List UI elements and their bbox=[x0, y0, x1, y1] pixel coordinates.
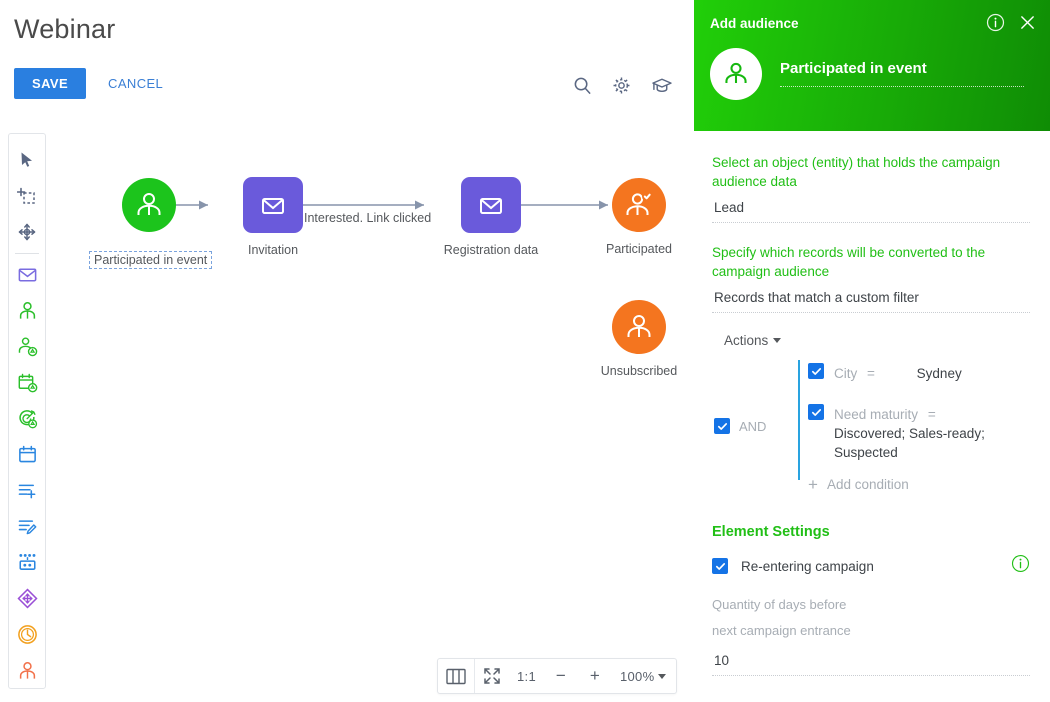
node-label[interactable]: Participated in event bbox=[89, 251, 213, 269]
filter-logic-group: AND bbox=[714, 356, 766, 496]
exit-element-tool[interactable] bbox=[10, 652, 44, 688]
filter-group-line bbox=[798, 360, 800, 480]
scheduled-event-element-tool[interactable] bbox=[10, 365, 44, 401]
graduation-cap-icon[interactable] bbox=[651, 76, 672, 100]
reentering-campaign-label: Re-entering campaign bbox=[741, 558, 874, 574]
condition-checkbox[interactable] bbox=[808, 404, 824, 420]
campaign-canvas[interactable]: Participated in event Invitation Interes… bbox=[56, 133, 694, 694]
audience-icon bbox=[725, 62, 747, 83]
email-icon bbox=[243, 177, 303, 233]
chevron-down-icon[interactable] bbox=[658, 659, 676, 693]
filter-condition-row[interactable]: City = Sydney bbox=[808, 356, 1030, 390]
days-hint-line-2: next campaign entrance bbox=[712, 623, 851, 638]
node-label: Registration data bbox=[443, 243, 539, 257]
calendar-element-tool[interactable] bbox=[10, 437, 44, 473]
add-condition-label: Add condition bbox=[826, 477, 909, 492]
reentering-campaign-checkbox[interactable] bbox=[712, 558, 728, 574]
gear-icon[interactable] bbox=[612, 76, 631, 100]
and-checkbox[interactable] bbox=[714, 418, 730, 434]
condition-operator: = bbox=[927, 407, 936, 422]
condition-field: Need maturity bbox=[834, 407, 919, 422]
save-button[interactable]: SAVE bbox=[14, 68, 87, 99]
days-value-field[interactable]: 10 bbox=[712, 644, 1030, 676]
audience-icon bbox=[122, 178, 176, 232]
node-label: Participated bbox=[605, 242, 672, 256]
plus-icon: + bbox=[808, 474, 818, 494]
audience-icon bbox=[612, 300, 666, 354]
node-unsubscribed[interactable]: Unsubscribed bbox=[584, 300, 694, 378]
action-button-row: SAVE CANCEL bbox=[14, 68, 163, 99]
records-field-label: Specify which records will be converted … bbox=[712, 245, 986, 279]
tool-divider bbox=[15, 252, 39, 254]
condition-text: City = Sydney bbox=[834, 363, 962, 383]
search-icon[interactable] bbox=[573, 76, 592, 100]
cancel-button[interactable]: CANCEL bbox=[108, 76, 163, 91]
edit-record-element-tool[interactable] bbox=[10, 508, 44, 544]
email-element-tool[interactable] bbox=[10, 257, 44, 293]
page-title: Webinar bbox=[14, 14, 116, 44]
goal-element-tool[interactable] bbox=[10, 401, 44, 437]
filter-actions-button[interactable]: Actions bbox=[724, 333, 1030, 348]
audience-element-tool[interactable] bbox=[10, 293, 44, 329]
panel-header-actions bbox=[986, 13, 1036, 37]
element-name-field[interactable]: Participated in event bbox=[780, 60, 1024, 87]
audience-check-icon bbox=[612, 178, 666, 232]
filter-builder: AND City = Sydney Need maturity = Discov… bbox=[714, 356, 1030, 496]
filter-condition-row[interactable]: Need maturity = Discovered; Sales-ready;… bbox=[808, 390, 1030, 469]
edge-label-interested: Interested. Link clicked bbox=[304, 211, 432, 225]
zoom-in-button[interactable]: + bbox=[578, 659, 612, 693]
condition-field: City bbox=[834, 366, 858, 381]
condition-value: Sydney bbox=[916, 366, 962, 381]
add-record-element-tool[interactable] bbox=[10, 472, 44, 508]
node-participated-in-event[interactable]: Participated in event bbox=[89, 178, 213, 269]
avatar bbox=[710, 48, 762, 100]
pointer-tool[interactable] bbox=[10, 142, 44, 178]
panel-header: Add audience Participated in event bbox=[694, 0, 1050, 131]
node-label: Unsubscribed bbox=[600, 364, 678, 378]
entity-field-value[interactable]: Lead bbox=[712, 191, 1030, 223]
panel-header-title: Add audience bbox=[710, 16, 799, 31]
node-label: Invitation bbox=[247, 243, 299, 257]
records-field-value[interactable]: Records that match a custom filter bbox=[712, 281, 1030, 313]
reentering-campaign-row: Re-entering campaign bbox=[712, 554, 1030, 578]
app-root: Webinar SAVE CANCEL Participated in even… bbox=[0, 0, 1050, 702]
close-icon[interactable] bbox=[1019, 14, 1036, 36]
pan-move-tool[interactable] bbox=[10, 214, 44, 250]
filter-actions-label: Actions bbox=[724, 333, 769, 348]
condition-text: Need maturity = Discovered; Sales-ready;… bbox=[834, 404, 1030, 462]
columns-icon[interactable] bbox=[438, 659, 474, 693]
info-icon[interactable] bbox=[1011, 554, 1030, 578]
logic-operator-label: AND bbox=[739, 418, 767, 434]
condition-operator: = bbox=[867, 366, 875, 381]
zoom-out-button[interactable]: − bbox=[544, 659, 578, 693]
zoom-toolbar: 1:1 − + 100% bbox=[437, 658, 678, 694]
days-hint-line-1: Quantity of days before bbox=[712, 597, 847, 612]
entity-field-group: Select an object (entity) that holds the… bbox=[712, 153, 1030, 223]
element-settings-title: Element Settings bbox=[712, 524, 830, 540]
email-icon bbox=[461, 177, 521, 233]
panel-body: Select an object (entity) that holds the… bbox=[694, 131, 1050, 676]
zoom-controls: 1:1 − + 100% bbox=[475, 659, 676, 693]
add-audience-panel: Add audience Participated in event Selec… bbox=[694, 0, 1050, 702]
process-element-tool[interactable] bbox=[10, 544, 44, 580]
zoom-level-value[interactable]: 100% bbox=[612, 659, 658, 693]
timer-element-tool[interactable] bbox=[10, 616, 44, 652]
condition-value: Discovered; Sales-ready; Suspected bbox=[834, 426, 985, 460]
add-selection-tool[interactable] bbox=[10, 178, 44, 214]
info-icon[interactable] bbox=[986, 13, 1005, 37]
zoom-ratio-button[interactable]: 1:1 bbox=[509, 659, 544, 693]
fit-screen-icon[interactable] bbox=[475, 659, 509, 693]
canvas-top-icons bbox=[573, 76, 672, 100]
main-area: Webinar SAVE CANCEL Participated in even… bbox=[0, 0, 694, 702]
condition-checkbox[interactable] bbox=[808, 363, 824, 379]
tool-sidebar bbox=[8, 133, 46, 689]
node-participated[interactable]: Participated bbox=[584, 178, 694, 256]
switch-element-tool[interactable] bbox=[10, 580, 44, 616]
add-condition-button[interactable]: + Add condition bbox=[808, 469, 1030, 496]
node-registration-data[interactable]: Registration data bbox=[429, 177, 553, 257]
records-field-group: Specify which records will be converted … bbox=[712, 243, 1030, 313]
audience-condition-element-tool[interactable] bbox=[10, 329, 44, 365]
entity-field-label: Select an object (entity) that holds the… bbox=[712, 155, 1001, 189]
chevron-down-icon bbox=[773, 338, 782, 343]
